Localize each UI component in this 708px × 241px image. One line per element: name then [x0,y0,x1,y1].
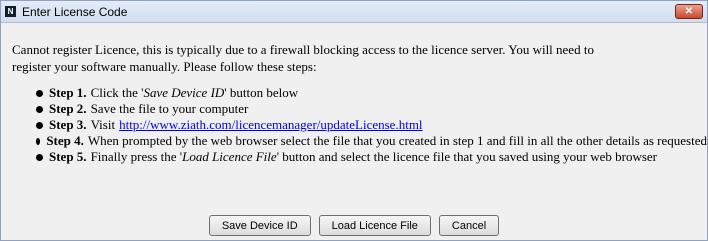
window-title: Enter License Code [22,4,128,19]
close-button[interactable]: ✕ [675,4,703,19]
step-5-text-before: Finally press the ' [90,149,183,164]
bullet-icon [36,137,41,145]
load-licence-file-button[interactable]: Load Licence File [318,215,431,236]
save-device-id-button[interactable]: Save Device ID [208,215,311,236]
step-4-text: When prompted by the web browser select … [87,133,707,148]
step-2-label: Step 2. [49,101,87,116]
title-bar: N Enter License Code ✕ [1,1,707,23]
step-1-text-before: Click the ' [90,85,144,100]
step-5-text-after: ' button and select the licence file tha… [276,149,658,164]
step-3-label: Step 3. [49,117,87,132]
step-5-label: Step 5. [49,149,87,164]
intro-line-2: register your software manually. Please … [12,59,317,74]
intro-text: Cannot register Licence, this is typical… [12,41,672,75]
button-bar: Save Device ID Load Licence File Cancel [1,215,707,236]
step-1-emphasis: Save Device ID [143,85,225,100]
intro-line-1: Cannot register Licence, this is typical… [12,42,594,57]
step-1-label: Step 1. [49,85,87,100]
bullet-icon [36,89,43,97]
dialog-content: Cannot register Licence, this is typical… [1,23,707,165]
step-1: Step 1. Click the ' Save Device ID ' butto… [36,85,707,101]
step-5-emphasis: Load Licence File [182,149,277,164]
bullet-icon [36,121,43,129]
step-5: Step 5. Finally press the ' Load Licence … [36,149,707,165]
cancel-button[interactable]: Cancel [438,215,500,236]
step-2: Step 2. Save the file to your computer [36,101,707,117]
step-2-text: Save the file to your computer [90,101,249,116]
step-1-text-after: ' button below [224,85,299,100]
step-3-text: Visit [90,117,116,132]
bullet-icon [36,105,43,113]
app-icon: N [5,6,16,17]
step-3: Step 3. Visit http://www.ziath.com/licen… [36,117,707,133]
licence-manager-link[interactable]: http://www.ziath.com/licencemanager/upda… [119,117,422,133]
step-4: Step 4. When prompted by the web browser… [36,133,707,149]
step-4-label: Step 4. [46,133,84,148]
steps-list: Step 1. Click the ' Save Device ID ' butto… [36,85,707,165]
bullet-icon [36,153,43,161]
license-dialog: N Enter License Code ✕ Cannot register L… [0,0,708,241]
